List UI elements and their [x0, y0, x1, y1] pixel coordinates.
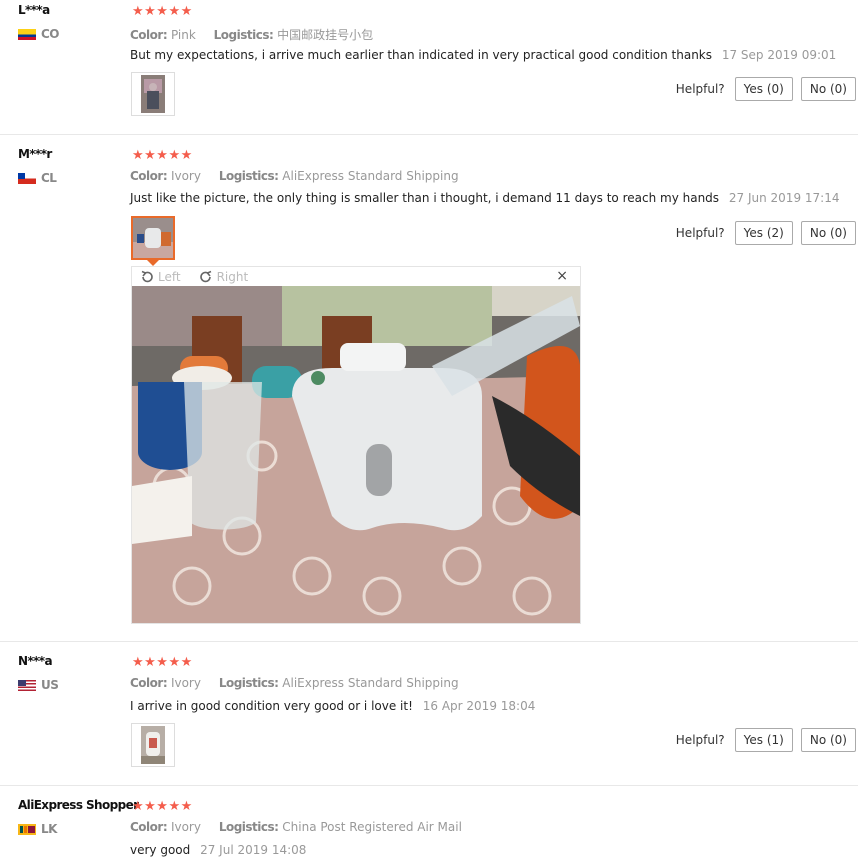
rotate-left-label: Left — [158, 269, 181, 284]
color-value: Ivory — [170, 820, 201, 834]
review-photo-large — [132, 286, 580, 623]
review-body: Just like the picture, the only thing is… — [130, 191, 720, 205]
photo-thumbnail-image — [141, 726, 165, 764]
color-value: Ivory — [170, 169, 201, 183]
logistics-value: AliExpress Standard Shipping — [282, 169, 459, 183]
reviewer-name: M***r — [18, 147, 52, 161]
reviewer-country: US — [18, 678, 59, 692]
review-attributes: Color: Pink Logistics: 中国邮政挂号小包 — [130, 26, 373, 43]
review-attributes: Color: Ivory Logistics: AliExpress Stand… — [130, 676, 459, 690]
rotate-left-icon — [141, 270, 153, 282]
photo-thumbnail-image — [133, 218, 173, 258]
logistics-label: Logistics: — [218, 820, 279, 834]
review-body: But my expectations, i arrive much earli… — [130, 48, 713, 62]
helpful-label: Helpful? — [675, 733, 725, 747]
review-date: 27 Jun 2019 17:14 — [728, 191, 840, 205]
review-body: I arrive in good condition very good or … — [130, 699, 413, 713]
helpful-yes-button[interactable]: Yes (1) — [734, 728, 793, 752]
helpful-controls: Helpful? Yes (0) No (0) — [676, 77, 858, 101]
sri-lanka-flag-icon — [18, 823, 36, 835]
chile-flag-icon — [18, 172, 36, 184]
review-text: Just like the picture, the only thing is… — [130, 191, 839, 205]
colombia-flag-icon — [18, 28, 36, 40]
logistics-value: China Post Registered Air Mail — [282, 820, 462, 834]
helpful-yes-button[interactable]: Yes (2) — [734, 221, 793, 245]
reviewer-country: CL — [18, 171, 57, 185]
reviewer-name: L***a — [18, 3, 50, 17]
rotate-right-icon — [199, 270, 211, 282]
reviewer-name: N***a — [18, 654, 53, 668]
reviewer-country: LK — [18, 822, 57, 836]
helpful-no-button[interactable]: No (0) — [800, 77, 856, 101]
close-viewer-button[interactable]: × — [556, 268, 568, 284]
review-date: 27 Jul 2019 14:08 — [200, 843, 307, 857]
star-rating: ★★★★★ — [132, 4, 193, 19]
helpful-yes-button[interactable]: Yes (0) — [734, 77, 793, 101]
review-item: L***a CO ★★★★★ Color: Pink Logistics: 中国… — [0, 0, 858, 135]
logistics-label: Logistics: — [218, 676, 279, 690]
helpful-no-button[interactable]: No (0) — [800, 221, 856, 245]
viewer-toolbar: Left Right × — [132, 267, 580, 286]
color-label: Color: — [130, 820, 168, 834]
helpful-label: Helpful? — [675, 226, 725, 240]
review-body: very good — [130, 843, 191, 857]
color-label: Color: — [130, 28, 168, 42]
country-code: LK — [41, 822, 57, 836]
review-date: 17 Sep 2019 09:01 — [721, 48, 837, 62]
photo-thumbnail-image — [141, 75, 165, 113]
color-value: Pink — [170, 28, 196, 42]
country-code: CL — [41, 171, 57, 185]
reviewer-country: CO — [18, 27, 60, 41]
review-text: But my expectations, i arrive much earli… — [130, 48, 836, 62]
country-code: CO — [41, 27, 60, 41]
logistics-label: Logistics: — [213, 28, 274, 42]
review-item: N***a US ★★★★★ Color: Ivory Logistics: A… — [0, 642, 858, 786]
helpful-controls: Helpful? Yes (1) No (0) — [676, 728, 858, 752]
reviewer-name: AliExpress Shopper — [18, 798, 139, 812]
review-date: 16 Apr 2019 18:04 — [422, 699, 536, 713]
review-attributes: Color: Ivory Logistics: China Post Regis… — [130, 820, 462, 834]
review-attributes: Color: Ivory Logistics: AliExpress Stand… — [130, 169, 459, 183]
rotate-right-label: Right — [216, 269, 249, 284]
review-photo-thumbnail[interactable] — [131, 723, 175, 767]
color-value: Ivory — [170, 676, 201, 690]
logistics-value: AliExpress Standard Shipping — [282, 676, 459, 690]
rotate-right-button[interactable]: Right — [199, 269, 249, 284]
us-flag-icon — [18, 679, 36, 691]
review-item: AliExpress Shopper LK ★★★★★ Color: Ivory… — [0, 786, 858, 860]
helpful-label: Helpful? — [675, 82, 725, 96]
logistics-label: Logistics: — [218, 169, 279, 183]
review-text: I arrive in good condition very good or … — [130, 699, 535, 713]
photo-viewer: Left Right × — [131, 266, 581, 624]
star-rating: ★★★★★ — [132, 148, 193, 163]
color-label: Color: — [130, 676, 168, 690]
humidifier-photo — [132, 286, 580, 623]
rotate-left-button[interactable]: Left — [140, 270, 181, 284]
helpful-no-button[interactable]: No (0) — [800, 728, 856, 752]
helpful-controls: Helpful? Yes (2) No (0) — [676, 221, 858, 245]
review-text: very good 27 Jul 2019 14:08 — [130, 843, 306, 857]
color-label: Color: — [130, 169, 168, 183]
review-photo-thumbnail[interactable] — [131, 72, 175, 116]
star-rating: ★★★★★ — [132, 799, 193, 814]
star-rating: ★★★★★ — [132, 655, 193, 670]
review-photo-thumbnail[interactable] — [131, 216, 175, 260]
logistics-value: 中国邮政挂号小包 — [277, 28, 374, 42]
country-code: US — [41, 678, 59, 692]
